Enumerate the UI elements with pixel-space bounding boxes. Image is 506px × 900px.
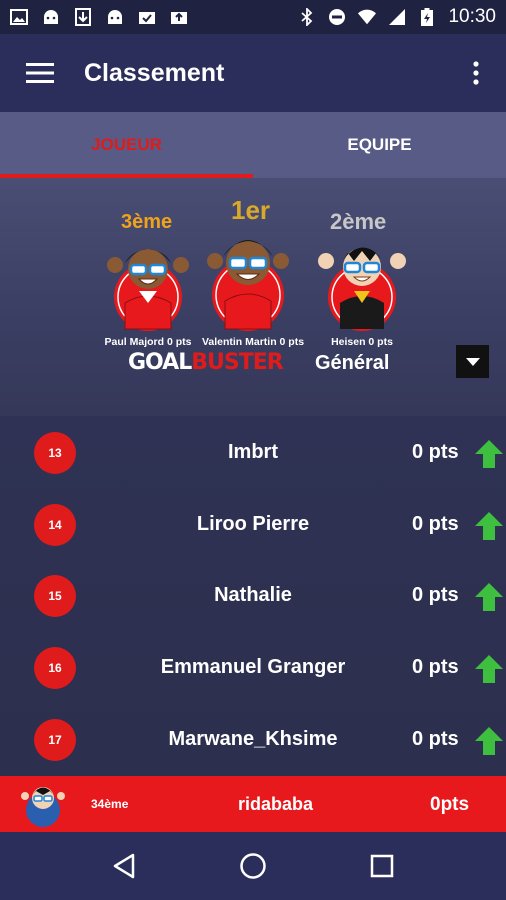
first-place-name: Valentin Martin 0 pts [201, 336, 305, 348]
more-vert-icon [473, 61, 479, 85]
current-user-name: ridababa [238, 794, 314, 814]
page-title: Classement [84, 58, 225, 87]
second-place-avatar[interactable] [314, 231, 406, 335]
ranking-list: 13 Imbrt 0 pts 14 Liroo Pierre 0 pts 15 … [0, 416, 506, 776]
player-name: Emmanuel Granger [160, 656, 346, 678]
signal-icon [388, 8, 406, 26]
photo-upload-icon [170, 8, 188, 26]
rank-badge: 17 [34, 719, 76, 761]
system-nav-bar [0, 832, 506, 900]
third-place-avatar[interactable] [105, 233, 191, 333]
tab-joueur[interactable]: JOUEUR [0, 112, 253, 178]
current-user-rank: 34ème [91, 797, 129, 811]
logo-part-goal: GOAL [128, 350, 192, 375]
list-item[interactable]: 14 Liroo Pierre 0 pts [0, 489, 506, 561]
tab-bar: JOUEUR EQUIPE [0, 112, 506, 178]
wifi-icon [358, 8, 377, 26]
android-icon [42, 8, 60, 26]
logo-part-buster: BUSTER [191, 350, 283, 375]
player-points: 0 pts [412, 656, 459, 678]
app-bar: Classement [0, 34, 506, 112]
player-name: Liroo Pierre [196, 513, 310, 535]
back-triangle-icon [114, 853, 135, 879]
player-name: Imbrt [228, 441, 278, 463]
trend-up-icon [475, 583, 503, 611]
first-place-avatar[interactable] [203, 223, 293, 333]
rank-badge: 13 [34, 432, 76, 474]
player-name: Nathalie [214, 584, 292, 606]
current-user-points: 0pts [430, 794, 470, 815]
current-user-avatar [21, 787, 65, 827]
rank-badge: 14 [34, 504, 76, 546]
recents-square-icon [370, 854, 393, 878]
back-button[interactable] [94, 836, 154, 896]
battery-charging-icon [418, 8, 436, 26]
rank-badge: 15 [34, 575, 76, 617]
trend-up-icon [475, 727, 503, 755]
caret-down-icon [465, 357, 480, 366]
player-points: 0 pts [412, 728, 459, 750]
filter-dropdown-button[interactable] [456, 345, 489, 378]
recents-button[interactable] [352, 836, 412, 896]
trend-up-icon [475, 512, 503, 540]
trend-up-icon [475, 440, 503, 468]
third-place-rank: 3ème [121, 211, 173, 233]
bluetooth-icon [298, 8, 316, 26]
player-points: 0 pts [412, 441, 459, 463]
download-icon [74, 8, 92, 26]
current-user-bar[interactable]: 34ème ridababa 0pts [0, 776, 506, 832]
filter-selected-value[interactable]: Général [315, 352, 389, 375]
home-circle-icon [240, 853, 266, 879]
overflow-menu-button[interactable] [446, 34, 506, 112]
menu-button[interactable] [0, 34, 80, 112]
third-place-name: Paul Majord 0 pts [104, 336, 192, 348]
trend-up-icon [475, 655, 503, 683]
hamburger-icon [26, 63, 54, 83]
android-icon-2 [106, 8, 124, 26]
list-item[interactable]: 15 Nathalie 0 pts [0, 560, 506, 632]
player-points: 0 pts [412, 584, 459, 606]
status-time: 10:30 [448, 6, 496, 27]
goalbuster-logo: GOALBUSTER [128, 350, 284, 375]
do-not-disturb-icon [328, 8, 346, 26]
list-item[interactable]: 17 Marwane_Khsime 0 pts [0, 704, 506, 776]
player-name: Marwane_Khsime [168, 728, 338, 750]
list-item[interactable]: 13 Imbrt 0 pts [0, 417, 506, 489]
gallery-icon [10, 8, 28, 26]
status-bar: 10:30 [0, 0, 506, 34]
first-place-rank: 1er [231, 195, 271, 225]
player-points: 0 pts [412, 513, 459, 535]
rank-badge: 16 [34, 647, 76, 689]
list-item[interactable]: 16 Emmanuel Granger 0 pts [0, 632, 506, 704]
second-place-name: Heisen 0 pts [331, 336, 393, 348]
check-photos-icon [138, 8, 156, 26]
tab-equipe[interactable]: EQUIPE [253, 112, 506, 178]
home-button[interactable] [223, 836, 283, 896]
